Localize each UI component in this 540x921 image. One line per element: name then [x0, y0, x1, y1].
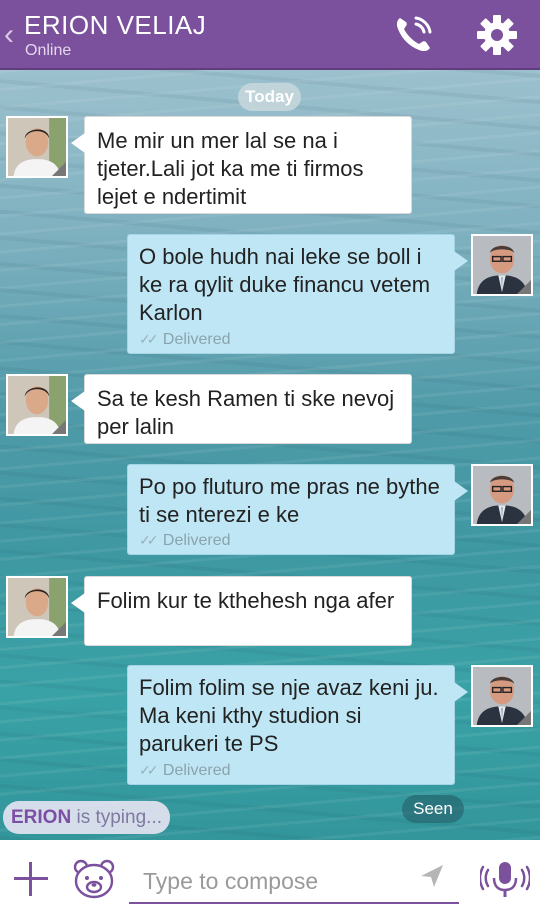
- delivery-status: ✓✓ Delivered: [139, 330, 231, 349]
- message-text: O bole hudh nai leke se boll i ke ra qyl…: [139, 244, 431, 325]
- send-button[interactable]: [419, 863, 445, 889]
- message-bubble-outgoing[interactable]: Po po fluturo me pras ne bythe ti se nte…: [127, 464, 468, 555]
- own-avatar[interactable]: [471, 234, 533, 296]
- delivery-status: ✓✓ Delivered: [139, 531, 231, 550]
- own-avatar[interactable]: [471, 665, 533, 727]
- bear-sticker-icon: [73, 859, 115, 899]
- composer-bar: [0, 840, 540, 921]
- seen-indicator: Seen: [402, 795, 464, 823]
- delivery-status-text: Delivered: [162, 762, 231, 779]
- plus-icon: [14, 862, 48, 896]
- message-bubble-incoming[interactable]: Sa te kesh Ramen ti ske nevoj per lalin: [71, 374, 412, 444]
- message-text: Folim kur te kthehesh nga afer: [97, 588, 395, 613]
- own-avatar[interactable]: [471, 464, 533, 526]
- message-bubble-outgoing[interactable]: O bole hudh nai leke se boll i ke ra qyl…: [127, 234, 468, 354]
- compose-input[interactable]: [129, 860, 459, 904]
- message-text: Sa te kesh Ramen ti ske nevoj per lalin: [97, 386, 395, 439]
- chat-header: ‹ ERION VELIAJ Online: [0, 0, 540, 70]
- message-text: Folim folim se nje avaz keni ju. Ma keni…: [139, 675, 439, 756]
- contact-avatar[interactable]: [6, 576, 68, 638]
- contact-avatar[interactable]: [6, 374, 68, 436]
- avatar-corner: [52, 420, 66, 434]
- message-text: Me mir un mer lal se na i tjeter.Lali jo…: [97, 128, 364, 209]
- double-check-icon: ✓✓: [139, 532, 159, 548]
- microphone-icon: [478, 862, 532, 897]
- back-arrow-icon[interactable]: ‹: [4, 20, 14, 50]
- double-check-icon: ✓✓: [139, 762, 159, 778]
- avatar-corner: [517, 280, 531, 294]
- message-bubble-outgoing[interactable]: Folim folim se nje avaz keni ju. Ma keni…: [127, 665, 468, 785]
- contact-name[interactable]: ERION VELIAJ: [24, 10, 206, 41]
- message-text: Po po fluturo me pras ne bythe ti se nte…: [139, 474, 440, 527]
- contact-status: Online: [25, 42, 72, 59]
- avatar-corner: [517, 711, 531, 725]
- avatar-corner: [517, 510, 531, 524]
- phone-call-icon: [396, 16, 432, 52]
- date-separator: Today: [238, 83, 301, 111]
- message-bubble-incoming[interactable]: Me mir un mer lal se na i tjeter.Lali jo…: [71, 116, 412, 214]
- typing-text: is typing...: [71, 807, 163, 828]
- contact-avatar[interactable]: [6, 116, 68, 178]
- call-button[interactable]: [392, 12, 436, 56]
- sticker-button[interactable]: [72, 858, 116, 900]
- add-attachment-button[interactable]: [12, 860, 50, 898]
- voice-message-button[interactable]: [478, 858, 532, 902]
- avatar-corner: [52, 622, 66, 636]
- double-check-icon: ✓✓: [139, 331, 159, 347]
- message-bubble-incoming[interactable]: Folim kur te kthehesh nga afer: [71, 576, 412, 646]
- avatar-corner: [52, 162, 66, 176]
- delivery-status: ✓✓ Delivered: [139, 761, 231, 780]
- send-arrow-icon: [421, 865, 443, 887]
- delivery-status-text: Delivered: [162, 532, 231, 549]
- delivery-status-text: Delivered: [162, 331, 231, 348]
- settings-button[interactable]: [474, 12, 520, 58]
- typing-name: ERION: [11, 807, 72, 828]
- typing-indicator: ERION is typing...: [3, 801, 171, 834]
- gear-icon: [477, 15, 517, 55]
